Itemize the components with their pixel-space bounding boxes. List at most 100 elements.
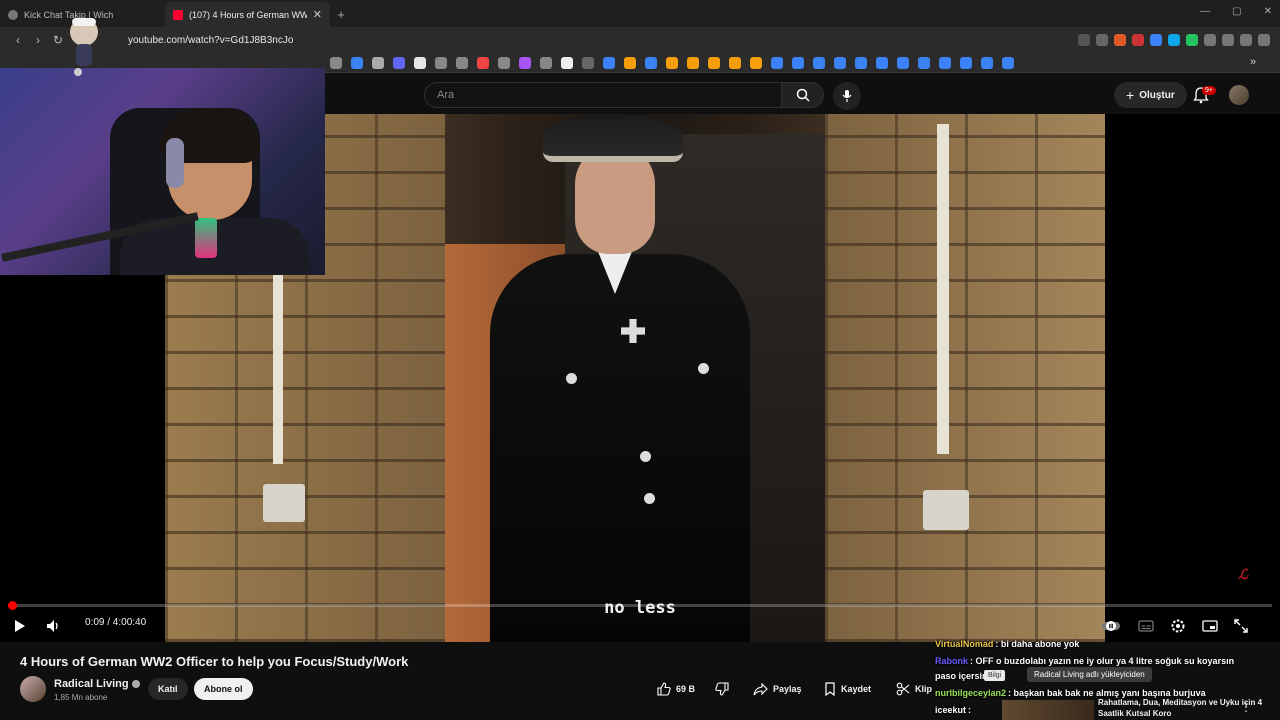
browser-tab-youtube[interactable]: (107) 4 Hours of German WW2 C ✕: [165, 2, 330, 27]
brave-shield-icon[interactable]: [1114, 34, 1126, 46]
miniplayer-icon: [1202, 620, 1218, 632]
bookmark-icon[interactable]: [771, 56, 783, 69]
bookmark-icon[interactable]: [750, 56, 762, 69]
extension-icon[interactable]: [1150, 34, 1162, 46]
bookmark-icon[interactable]: [897, 56, 909, 69]
search-button[interactable]: [782, 82, 824, 108]
subtitles-button[interactable]: [1138, 614, 1154, 638]
officer-cap: [543, 114, 683, 162]
join-button[interactable]: Katıl: [148, 678, 188, 700]
new-tab-button[interactable]: +: [330, 2, 352, 27]
progress-bar[interactable]: [8, 601, 1272, 610]
notification-badge: 9+: [1202, 86, 1216, 95]
bookmark-icon[interactable]: [540, 56, 552, 69]
clip-button[interactable]: Klip: [896, 678, 932, 700]
bookmark-icon[interactable]: [561, 56, 573, 69]
subtitles-icon: [1138, 620, 1154, 632]
channel-watermark[interactable]: ℒ: [1238, 566, 1248, 583]
menu-icon[interactable]: [1258, 34, 1270, 46]
autoplay-toggle[interactable]: [1102, 614, 1120, 638]
fullscreen-button[interactable]: [1234, 614, 1248, 638]
chat-username: VirtualNomad: [935, 639, 994, 649]
save-button[interactable]: Kaydet: [824, 678, 871, 700]
bookmark-icon[interactable]: [729, 56, 741, 69]
share-button[interactable]: Paylaş: [753, 678, 802, 700]
forward-icon[interactable]: ›: [28, 33, 48, 47]
bookmark-icon[interactable]: [624, 56, 636, 69]
reload-icon[interactable]: ↻: [48, 33, 68, 47]
mute-button[interactable]: [46, 614, 62, 638]
browser-tab-bar: Kick Chat Takip | Wich (107) 4 Hours of …: [0, 0, 1280, 27]
bookmark-icon[interactable]: [435, 56, 447, 69]
url-field[interactable]: youtube.com/watch?v=Gd1J8B3ncJo: [128, 35, 293, 46]
dislike-button[interactable]: [715, 678, 729, 700]
chat-text: : başkan bak bak ne almış yanı başına bu…: [1008, 688, 1206, 698]
uniform-button: [698, 363, 709, 374]
bookmark-icon[interactable]: [456, 56, 468, 69]
bookmark-icon[interactable]: [960, 56, 972, 69]
extension-icon[interactable]: [1132, 34, 1144, 46]
bookmark-icon[interactable]: [855, 56, 867, 69]
more-bookmarks-icon[interactable]: »: [1250, 56, 1262, 68]
play-icon: [15, 620, 25, 632]
bookmark-icon: [825, 682, 835, 696]
bookmark-icon[interactable]: [645, 56, 657, 69]
extension-icon[interactable]: [1078, 34, 1090, 46]
share-arrow-icon: [753, 682, 768, 695]
puzzle-icon[interactable]: [1204, 34, 1216, 46]
channel-name-row[interactable]: Radical Living: [54, 678, 140, 690]
progress-scrubber[interactable]: [8, 601, 17, 610]
bookmark-icon[interactable]: [477, 56, 489, 69]
play-button[interactable]: [12, 614, 26, 638]
bookmark-icon[interactable]: [330, 56, 342, 69]
bookmark-icon[interactable]: [666, 56, 678, 69]
junction-box-left: [263, 484, 305, 522]
extensions-area: [1078, 27, 1280, 53]
bookmark-icon[interactable]: [498, 56, 510, 69]
miniplayer-button[interactable]: [1202, 614, 1218, 638]
bookmark-icon[interactable]: [939, 56, 951, 69]
create-label: Oluştur: [1139, 89, 1175, 101]
bookmark-icon[interactable]: [708, 56, 720, 69]
bookmark-icon[interactable]: [918, 56, 930, 69]
channel-name[interactable]: Radical Living: [54, 678, 129, 690]
back-icon[interactable]: ‹: [8, 33, 28, 47]
maximize-icon[interactable]: ▢: [1232, 6, 1241, 17]
settings-button[interactable]: [1170, 614, 1186, 638]
share-icon[interactable]: [1096, 34, 1108, 46]
close-window-icon[interactable]: ✕: [1264, 6, 1272, 17]
extension-icon[interactable]: [1168, 34, 1180, 46]
address-bar: ‹ › ↻ youtube.com/watch?v=Gd1J8B3ncJo: [0, 27, 1280, 53]
search-input[interactable]: Ara: [424, 82, 782, 108]
bookmark-icon[interactable]: [603, 56, 615, 69]
uniform-button: [640, 451, 651, 462]
minimize-icon[interactable]: —: [1200, 6, 1210, 17]
bookmark-icon[interactable]: [687, 56, 699, 69]
playlist-icon[interactable]: [1240, 34, 1252, 46]
bookmark-icon[interactable]: [981, 56, 993, 69]
bookmark-icon[interactable]: [813, 56, 825, 69]
bookmark-icon[interactable]: [876, 56, 888, 69]
like-button[interactable]: 69 B: [657, 678, 695, 700]
junction-box-right: [923, 490, 969, 530]
bookmark-icon[interactable]: [393, 56, 405, 69]
bookmark-icon[interactable]: [414, 56, 426, 69]
create-button[interactable]: + Oluştur: [1114, 82, 1187, 108]
account-avatar[interactable]: [1229, 85, 1249, 105]
extension-icon[interactable]: [1186, 34, 1198, 46]
sidebar-icon[interactable]: [1222, 34, 1234, 46]
folder-icon[interactable]: [582, 56, 594, 69]
bookmark-icon[interactable]: [372, 56, 384, 69]
bookmark-icon[interactable]: [792, 56, 804, 69]
close-tab-icon[interactable]: ✕: [313, 8, 322, 21]
bookmark-icon[interactable]: [1002, 56, 1014, 69]
tab-title: (107) 4 Hours of German WW2 C: [189, 9, 307, 20]
channel-avatar[interactable]: [20, 676, 46, 702]
voice-search-button[interactable]: [833, 82, 861, 110]
bookmark-icon[interactable]: [834, 56, 846, 69]
info-tooltip: Bilgi: [984, 670, 1006, 681]
mascot-figure: [70, 18, 98, 76]
bookmark-icon[interactable]: [519, 56, 531, 69]
bookmark-icon[interactable]: [351, 56, 363, 69]
subscribe-button[interactable]: Abone ol: [194, 678, 253, 700]
